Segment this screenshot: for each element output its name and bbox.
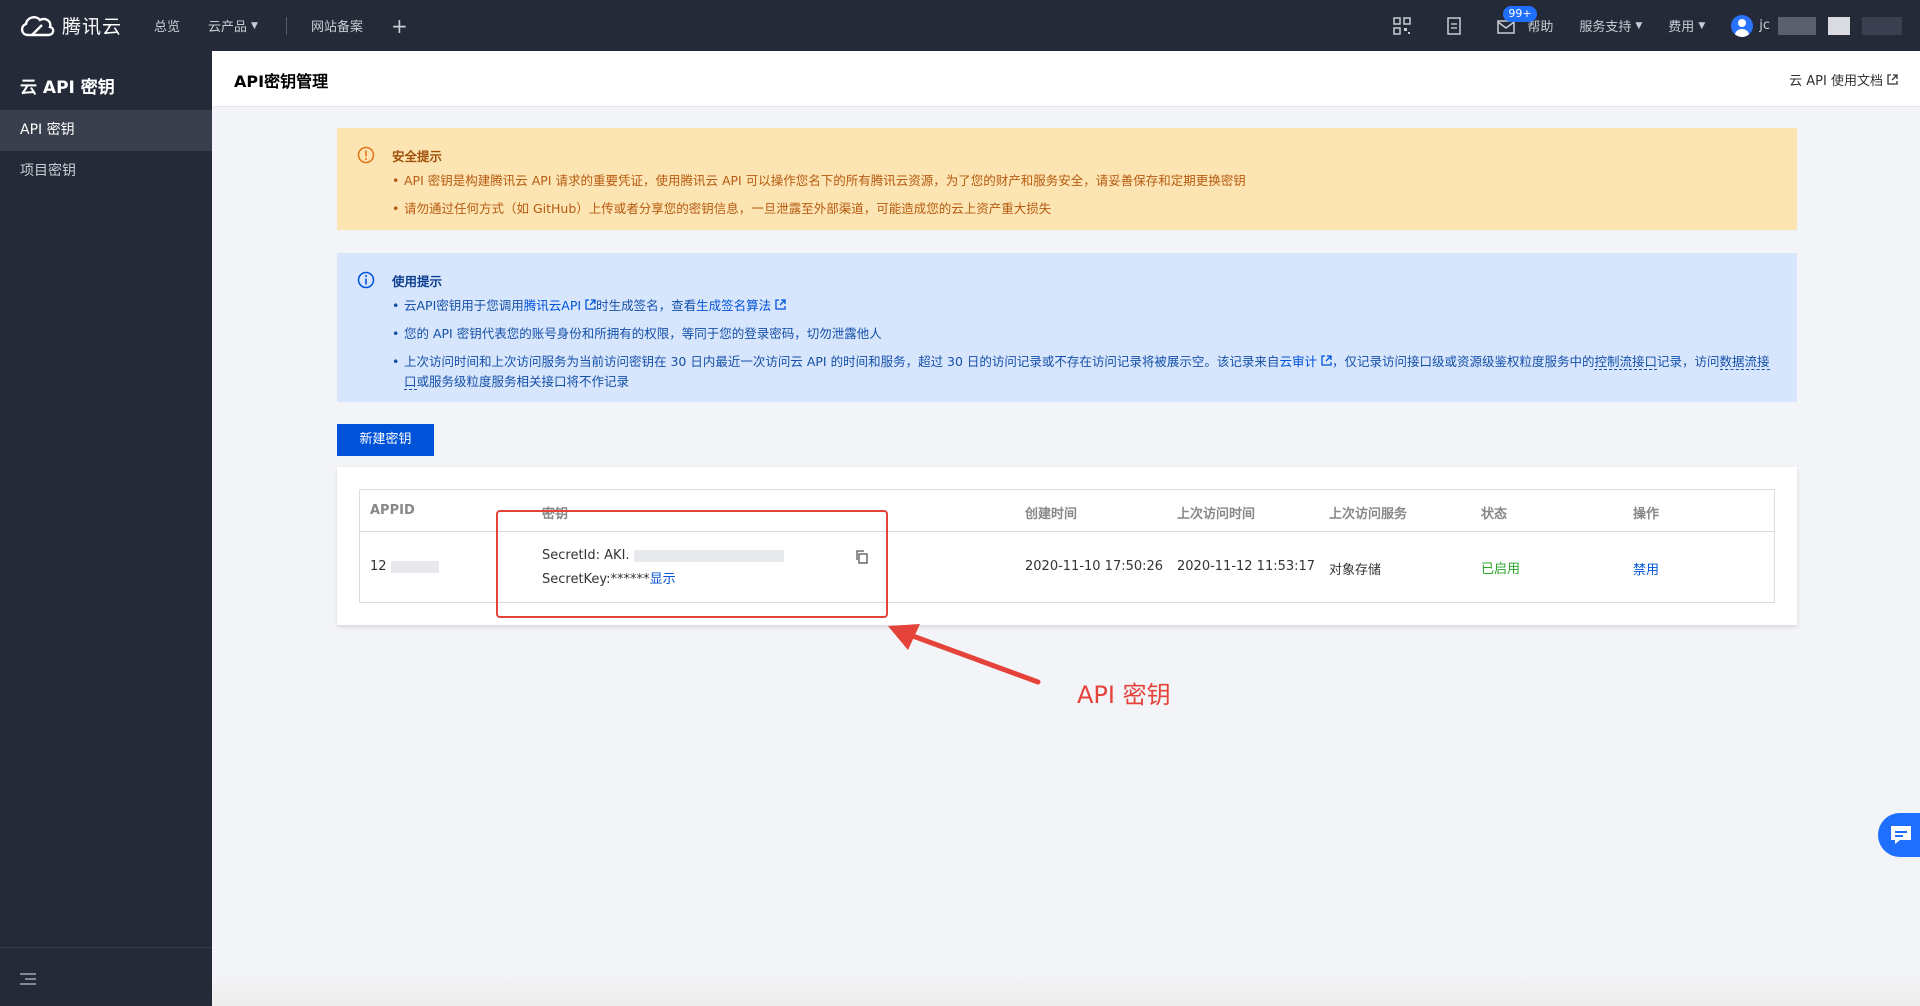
column-header: 创建时间: [1025, 507, 1078, 522]
column-header: 操作: [1633, 507, 1660, 522]
chat-support-button[interactable]: [1878, 813, 1920, 857]
external-link-icon: [1321, 355, 1332, 366]
new-key-button[interactable]: 新建密钥: [337, 424, 434, 456]
redacted-username: [1862, 16, 1902, 35]
redacted-username: [1828, 16, 1850, 35]
brand-name: 腾讯云: [62, 16, 123, 38]
highlight-box: [496, 510, 888, 618]
security-notice-line: 请勿通过任何方式（如 GitHub）上传或者分享您的密钥信息，一旦泄露至外部渠道…: [392, 199, 1777, 219]
support-menu[interactable]: 服务支持 ▼: [1579, 16, 1642, 35]
add-shortcut-icon[interactable]: +: [391, 14, 408, 38]
nav-divider: [285, 16, 287, 35]
chevron-down-icon: ▼: [251, 20, 258, 31]
billing-label: 费用: [1668, 20, 1695, 35]
chat-icon: [1891, 826, 1911, 844]
collapse-sidebar-icon[interactable]: [20, 972, 36, 986]
page-header: API密钥管理 云 API 使用文档: [212, 51, 1920, 107]
appid-cell: 12: [370, 559, 439, 574]
column-header: APPID: [370, 503, 415, 518]
tencent-cloud-api-link[interactable]: 腾讯云API: [524, 298, 581, 313]
usage-notice: 使用提示 云API密钥用于您调用腾讯云API 时生成签名，查看生成签名算法 您的 …: [337, 253, 1797, 402]
last-access-service: 对象存储: [1329, 563, 1382, 578]
top-right-toolbar: 99+ 帮助 服务支持 ▼ 费用 ▼ jc: [1393, 0, 1920, 51]
usage-text: 时生成签名，查看: [596, 298, 697, 313]
qrcode-icon[interactable]: [1393, 16, 1412, 35]
page-bottom: [212, 975, 1920, 1006]
message-count-badge: 99+: [1503, 5, 1537, 22]
sidebar: 云 API 密钥 API 密钥 项目密钥: [0, 51, 212, 1006]
nav-products[interactable]: 云产品 ▼: [208, 16, 258, 35]
warning-icon: [357, 146, 375, 164]
nav-overview[interactable]: 总览: [154, 16, 180, 35]
annotation-label: API 密钥: [1077, 681, 1171, 709]
security-notice: 安全提示 API 密钥是构建腾讯云 API 请求的重要凭证，使用腾讯云 API …: [337, 128, 1797, 230]
column-header: 上次访问服务: [1329, 507, 1408, 522]
external-link-icon: [585, 299, 596, 310]
support-label: 服务支持: [1579, 20, 1632, 35]
sidebar-divider: [0, 947, 212, 948]
nav-products-label: 云产品: [208, 20, 248, 35]
nav-icp-filing[interactable]: 网站备案: [311, 16, 363, 35]
page-title: API密钥管理: [234, 72, 329, 91]
security-notice-line: API 密钥是构建腾讯云 API 请求的重要凭证，使用腾讯云 API 可以操作您…: [392, 171, 1777, 191]
document-icon[interactable]: [1445, 16, 1463, 35]
control-flow-api-term[interactable]: 控制流接口: [1594, 354, 1657, 370]
disable-key-link[interactable]: 禁用: [1633, 559, 1659, 578]
chevron-down-icon: ▼: [1635, 20, 1643, 31]
cloud-logo-icon: [20, 15, 55, 36]
info-icon: [357, 271, 375, 289]
created-time: 2020-11-10 17:50:26: [1025, 559, 1164, 574]
api-doc-link-label: 云 API 使用文档: [1789, 74, 1883, 89]
annotation-arrow-icon: [888, 624, 1041, 685]
sidebar-item-api-keys[interactable]: API 密钥: [0, 110, 212, 151]
external-link-icon: [775, 299, 786, 310]
billing-menu[interactable]: 费用 ▼: [1668, 16, 1705, 35]
column-header: 上次访问时间: [1177, 507, 1256, 522]
usage-text: 云API密钥用于您调用: [404, 298, 524, 313]
message-icon[interactable]: 99+: [1497, 5, 1537, 35]
usage-text: 或服务级粒度服务相关接口将不作记录: [416, 374, 630, 389]
sidebar-item-project-keys[interactable]: 项目密钥: [0, 151, 212, 192]
usage-text: ，仅记录访问接口级或资源级鉴权粒度服务中的: [1331, 354, 1595, 369]
column-header: 状态: [1481, 507, 1508, 522]
usage-text: 上次访问时间和上次访问服务为当前访问密钥在 30 日内最近一次访问云 API 的…: [404, 354, 1280, 369]
usage-notice-line: 上次访问时间和上次访问服务为当前访问密钥在 30 日内最近一次访问云 API 的…: [392, 352, 1777, 392]
external-link-icon: [1887, 74, 1898, 85]
appid-value: 12: [370, 559, 387, 574]
usage-notice-line: 您的 API 密钥代表您的账号身份和所拥有的权限，等同于您的登录密码，切勿泄露他…: [392, 324, 1777, 344]
user-avatar[interactable]: [1731, 14, 1754, 37]
top-navigation-bar: 腾讯云 总览 云产品 ▼ 网站备案 + 99+ 帮助 服务支持 ▼ 费用 ▼ jc: [0, 0, 1920, 51]
main-nav: 总览 云产品 ▼ 网站备案 +: [154, 14, 436, 38]
usage-notice-title: 使用提示: [392, 274, 443, 289]
status-badge: 已启用: [1481, 562, 1521, 577]
cloud-audit-link[interactable]: 云审计: [1279, 354, 1317, 369]
signature-algorithm-link[interactable]: 生成签名算法: [696, 298, 771, 313]
sidebar-title: 云 API 密钥: [20, 78, 115, 98]
tencent-cloud-logo[interactable]: 腾讯云: [18, 12, 148, 39]
usage-text: 记录，访问: [1656, 354, 1720, 369]
chevron-down-icon: ▼: [1698, 20, 1706, 31]
redacted-username: [1778, 16, 1816, 35]
username[interactable]: jc: [1759, 18, 1770, 33]
api-doc-link[interactable]: 云 API 使用文档: [1789, 70, 1898, 89]
redacted-appid: [390, 560, 439, 573]
last-access-time: 2020-11-12 11:53:17: [1177, 559, 1316, 574]
security-notice-title: 安全提示: [392, 149, 443, 164]
usage-notice-line: 云API密钥用于您调用腾讯云API 时生成签名，查看生成签名算法: [392, 296, 1777, 316]
